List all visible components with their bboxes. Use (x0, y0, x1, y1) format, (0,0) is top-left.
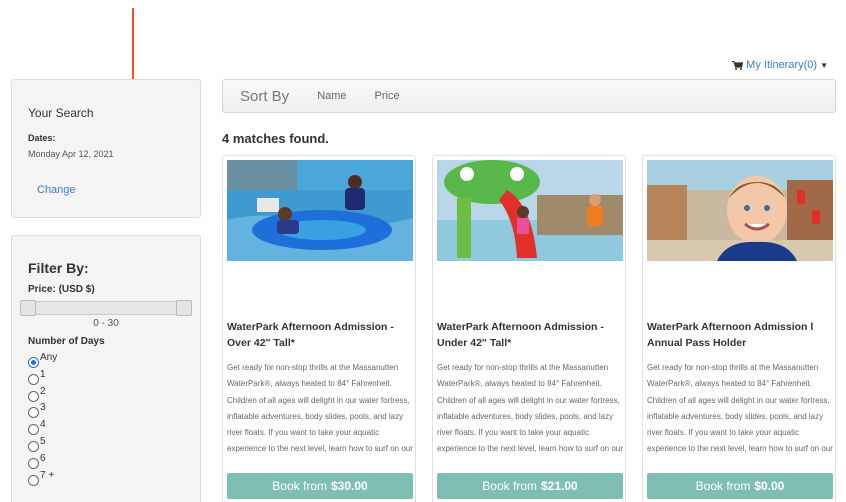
days-option-1[interactable]: 1 (28, 369, 184, 386)
book-price: $21.00 (540, 479, 578, 493)
product-description: Get ready for non-stop thrills at the Ma… (647, 363, 833, 454)
radio-button[interactable] (28, 390, 39, 402)
product-card: WaterPark Afternoon Admission - Under 42… (432, 155, 626, 502)
radio-button[interactable] (28, 424, 39, 436)
sort-bar: Sort By Name Price (222, 79, 836, 113)
product-card: WaterPark Afternoon Admission - Over 42"… (222, 155, 416, 502)
sort-by-price[interactable]: Price (375, 90, 400, 102)
days-option-4[interactable]: 4 (28, 419, 184, 436)
product-title[interactable]: WaterPark Afternoon Admission - Over 42"… (227, 319, 415, 351)
book-price: $30.00 (330, 479, 368, 493)
days-option-6[interactable]: 6 (28, 453, 184, 470)
book-prefix: Book from (272, 479, 327, 493)
itinerary-link[interactable]: My Itinerary(0) ▼ (732, 59, 828, 71)
price-slider[interactable] (20, 300, 192, 316)
product-image[interactable] (647, 160, 833, 261)
change-link[interactable]: Change (37, 184, 76, 196)
page: My Itinerary(0) ▼ Your Search Dates: Mon… (0, 0, 846, 502)
book-button[interactable]: Book from $21.00 (437, 473, 623, 499)
days-option-2[interactable]: 2 (28, 386, 184, 403)
product-title[interactable]: WaterPark Afternoon Admission l Annual P… (647, 319, 835, 351)
radio-button[interactable] (28, 440, 39, 452)
radio-button[interactable] (28, 407, 39, 419)
days-option-5[interactable]: 5 (28, 436, 184, 453)
radio-button[interactable] (28, 474, 39, 486)
days-option-3[interactable]: 3 (28, 402, 184, 419)
sort-by-name[interactable]: Name (317, 90, 346, 102)
product-image[interactable] (227, 160, 413, 261)
caret-down-icon: ▼ (820, 60, 828, 70)
product-description: Get ready for non-stop thrills at the Ma… (437, 363, 623, 454)
price-slider-max-handle[interactable] (176, 300, 192, 316)
radio-button[interactable] (28, 373, 39, 385)
dates-value: Monday Apr 12, 2021 (28, 149, 114, 159)
product-image[interactable] (437, 160, 623, 261)
results-count: 4 matches found. (222, 131, 329, 146)
filter-title: Filter By: (28, 260, 89, 276)
book-price: $0.00 (754, 479, 785, 493)
cart-icon (732, 60, 744, 70)
days-option-7-plus[interactable]: 7 + (28, 470, 184, 487)
product-title[interactable]: WaterPark Afternoon Admission - Under 42… (437, 319, 625, 351)
price-label: Price: (USD $) (28, 284, 95, 295)
dates-label: Dates: (28, 133, 56, 143)
price-slider-min-handle[interactable] (20, 300, 36, 316)
itinerary-label: My Itinerary(0) (746, 59, 818, 71)
days-radio-group: Any 1 2 3 4 5 6 7 + (28, 352, 184, 486)
book-prefix: Book from (695, 479, 751, 493)
book-prefix: Book from (482, 479, 537, 493)
book-button[interactable]: Book from $0.00 (647, 473, 833, 499)
book-button[interactable]: Book from $30.00 (227, 473, 413, 499)
product-card: WaterPark Afternoon Admission l Annual P… (642, 155, 836, 502)
price-range-text: 0 - 30 (93, 318, 119, 329)
your-search-panel: Your Search Dates: Monday Apr 12, 2021 C… (11, 79, 201, 218)
number-of-days-label: Number of Days (28, 336, 105, 347)
product-description: Get ready for non-stop thrills at the Ma… (227, 363, 413, 454)
sort-by-title: Sort By (240, 87, 290, 105)
days-option-any[interactable]: Any (28, 352, 184, 369)
radio-button[interactable] (28, 457, 39, 469)
filter-panel: Filter By: Price: (USD $) 0 - 30 Number … (11, 235, 201, 502)
radio-button[interactable] (28, 357, 39, 368)
your-search-title: Your Search (28, 106, 94, 120)
